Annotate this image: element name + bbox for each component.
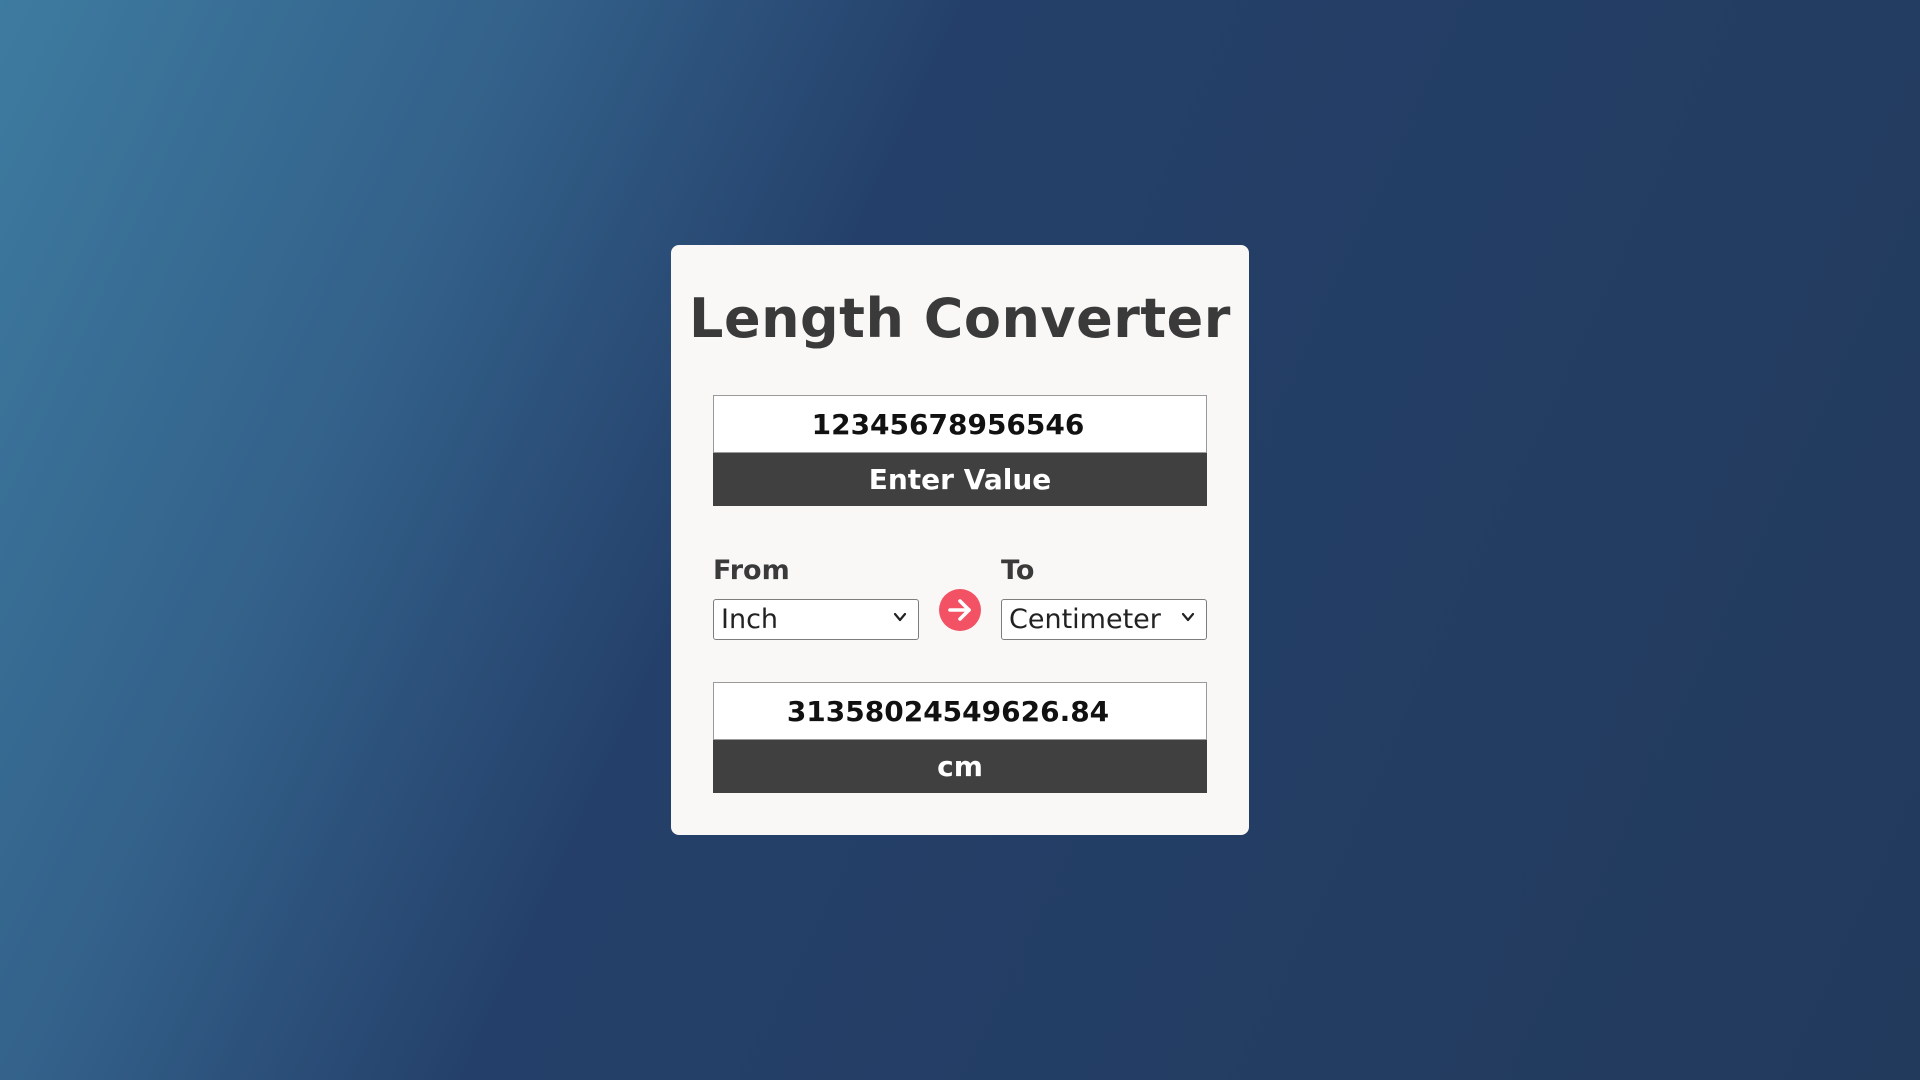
result-output[interactable]	[713, 682, 1207, 740]
page-title: Length Converter	[689, 287, 1231, 350]
enter-value-label: Enter Value	[713, 453, 1207, 506]
from-select-wrapper: Inch	[713, 599, 919, 640]
to-select-wrapper: Centimeter	[1001, 599, 1207, 640]
from-label: From	[713, 555, 790, 586]
to-unit-select[interactable]: Centimeter	[1001, 599, 1207, 640]
to-group: To Centimeter	[1001, 551, 1207, 640]
output-unit-label: cm	[713, 740, 1207, 793]
value-input[interactable]	[713, 395, 1207, 453]
from-unit-select[interactable]: Inch	[713, 599, 919, 640]
to-label: To	[1001, 555, 1035, 586]
input-field-group: Enter Value	[713, 395, 1207, 506]
output-field-group: cm	[713, 682, 1207, 793]
arrow-right-icon	[948, 599, 971, 621]
converter-card: Length Converter Enter Value From Inch T…	[671, 245, 1249, 835]
convert-arrow-button[interactable]	[939, 589, 981, 631]
from-group: From Inch	[713, 551, 919, 640]
